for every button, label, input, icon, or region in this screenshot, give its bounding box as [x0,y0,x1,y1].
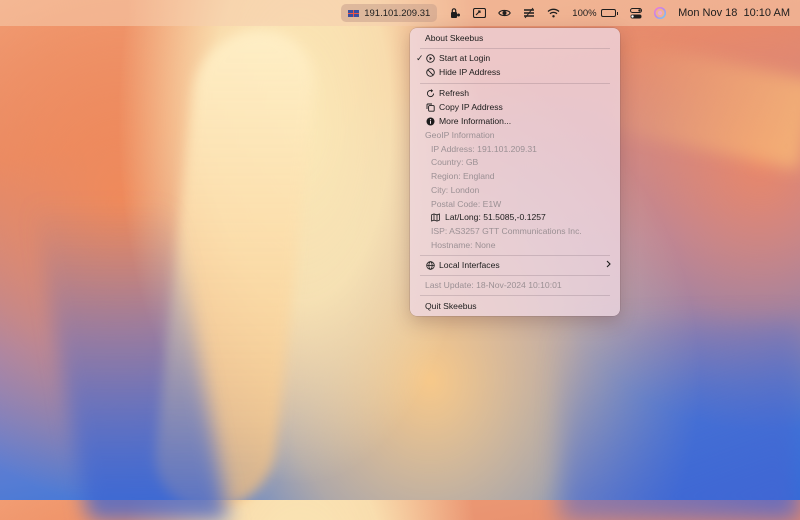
menu-item-label: Lat/Long: 51.5085,-0.1257 [445,212,546,222]
battery-status-item[interactable]: 100% [566,0,624,26]
menu-item-label: Start at Login [439,53,491,63]
menu-item-about[interactable]: About Skeebus [410,31,620,45]
wifi-status-item[interactable] [541,0,566,26]
globe-icon [426,260,435,270]
geoip-isp: ISP: AS3257 GTT Communications Inc. [410,224,620,238]
clock[interactable]: Mon Nov 18 10:10 AM [672,0,800,26]
info-circle-icon [426,117,435,126]
menu-item-copy-ip[interactable]: Copy IP Address [410,100,620,114]
info-text: IP Address: 191.101.209.31 [431,144,537,154]
battery-icon [600,9,619,17]
menu-item-local-interfaces[interactable]: Local Interfaces [410,258,620,272]
menu-item-label: More Information... [439,116,512,126]
info-text: Postal Code: E1W [431,199,502,209]
eye-status-item[interactable] [492,0,517,26]
menu-item-refresh[interactable]: Refresh [410,86,620,100]
last-update: Last Update: 18-Nov-2024 10:10:01 [410,278,620,292]
info-text: Country: GB [431,157,479,167]
geoip-hostname: Hostname: None [410,238,620,252]
geoip-ip: IP Address: 191.101.209.31 [410,142,620,156]
menu-item-quit[interactable]: Quit Skeebus [410,299,620,313]
chevron-right-icon [606,260,611,270]
menu-separator [420,255,610,256]
menu-separator [420,83,610,84]
info-text: City: London [431,185,480,195]
menu-separator [420,295,610,296]
play-circle-icon [426,53,435,63]
lock-person-icon [449,7,461,19]
menu-item-label: About Skeebus [425,33,484,43]
wallpaper-streak [149,30,321,510]
menu-separator [420,275,610,276]
geoip-country: Country: GB [410,155,620,169]
copy-icon [426,103,435,112]
wallpaper-streak [31,200,229,520]
geoip-postal: Postal Code: E1W [410,197,620,211]
info-text: Region: England [431,171,495,181]
menu-item-label: Hide IP Address [439,67,501,77]
menu-item-label: Refresh [439,88,470,98]
last-update-text: Last Update: 18-Nov-2024 10:10:01 [425,280,562,290]
battery-percent-text: 100% [572,7,597,19]
info-text: Hostname: None [431,240,496,250]
menu-item-more-info[interactable]: More Information... [410,114,620,128]
wifi-icon [547,8,560,18]
section-header: GeoIP Information [425,130,495,140]
siri-icon [654,7,667,19]
screen-share-icon [473,7,487,19]
menu-bar: 191.101.209.31 100% Mon Nov 18 10:10 AM [0,0,800,26]
menu-item-latlong[interactable]: Lat/Long: 51.5085,-0.1257 [410,210,620,224]
geoip-region: Region: England [410,169,620,183]
screen-share-status-item[interactable] [467,0,492,26]
status-ip-text: 191.101.209.31 [364,7,431,19]
refresh-icon [426,88,435,98]
map-icon [431,212,440,222]
menu-item-start-at-login[interactable]: ✓ Start at Login [410,51,620,65]
wallpaper-streak [560,320,800,520]
prohibit-icon [426,67,435,77]
skeebus-menu: About Skeebus ✓ Start at Login Hide IP A… [410,28,620,316]
menu-item-label: Quit Skeebus [425,301,477,311]
uk-flag-icon [348,9,360,17]
info-text: ISP: AS3257 GTT Communications Inc. [431,226,582,236]
menu-item-label: Local Interfaces [439,260,500,270]
stack-icon [523,7,535,19]
menu-item-hide-ip[interactable]: Hide IP Address [410,65,620,79]
skeebus-status-item[interactable]: 191.101.209.31 [341,4,438,22]
lock-person-status-item[interactable] [443,0,467,26]
control-center-icon [630,7,643,19]
control-center-status-item[interactable] [624,0,648,26]
siri-status-item[interactable] [648,0,672,26]
eye-icon [498,8,512,18]
checkmark-icon: ✓ [416,52,424,63]
wallpaper-streak [602,40,800,170]
menu-separator [420,48,610,49]
geoip-header: GeoIP Information [410,128,620,142]
geoip-city: City: London [410,183,620,197]
menu-item-label: Copy IP Address [439,102,503,112]
clock-text: Mon Nov 18 10:10 AM [678,7,790,19]
stack-status-item[interactable] [517,0,541,26]
